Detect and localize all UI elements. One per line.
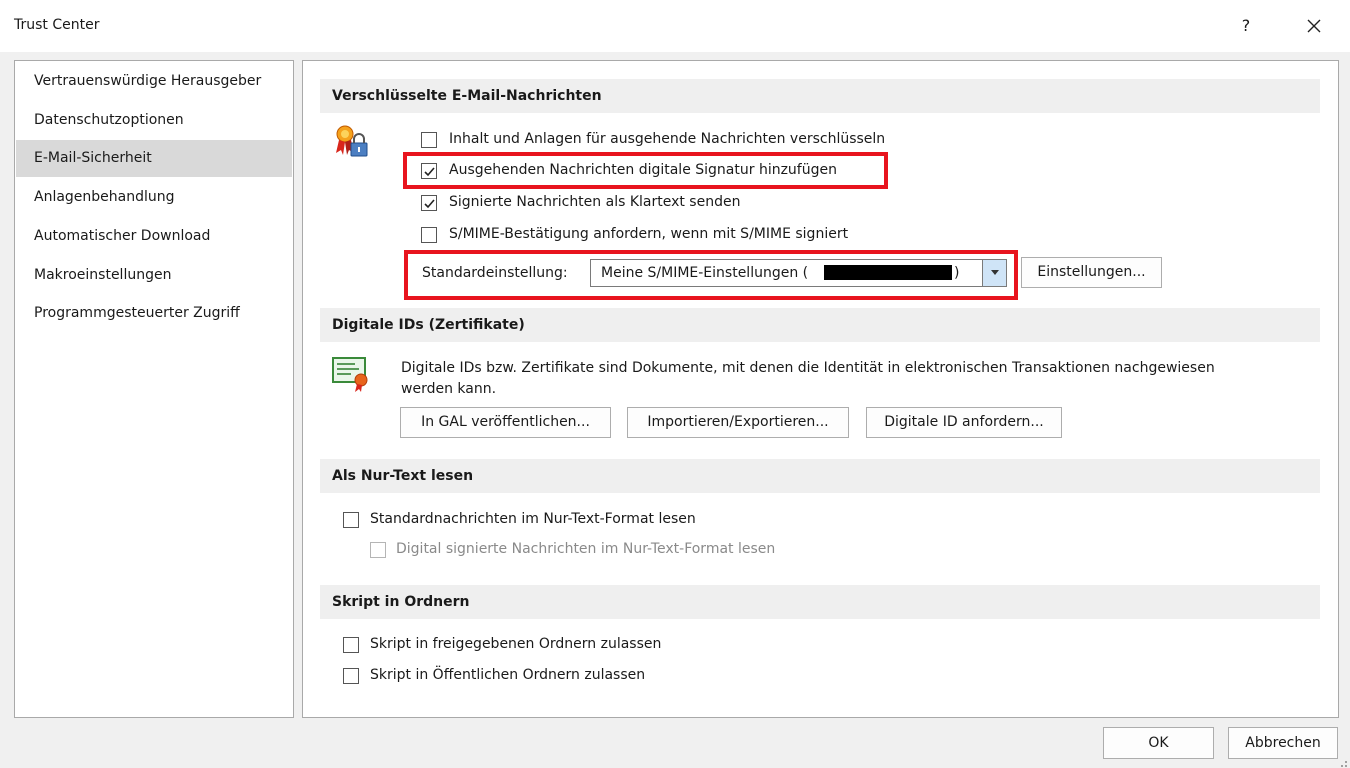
content-panel: Verschlüsselte E-Mail-Nachrichten Inhalt… xyxy=(302,60,1339,718)
default-setting-value-tail: ) xyxy=(954,265,960,281)
sidebar-item-trusted-publishers[interactable]: Vertrauenswürdige Herausgeber xyxy=(16,63,292,100)
add-signature-checkbox[interactable] xyxy=(421,163,437,179)
digital-ids-description-line1: Digitale IDs bzw. Zertifikate sind Dokum… xyxy=(401,360,1215,376)
checkmark-icon xyxy=(424,167,435,177)
cancel-button[interactable]: Abbrechen xyxy=(1228,727,1338,759)
script-shared-folders-checkbox[interactable] xyxy=(343,637,359,653)
sidebar-item-macro-settings[interactable]: Makroeinstellungen xyxy=(16,257,292,294)
sidebar-item-programmatic-access[interactable]: Programmgesteuerter Zugriff xyxy=(16,295,292,332)
plain-text-read-checkbox[interactable] xyxy=(343,512,359,528)
default-setting-dropdown[interactable]: Meine S/MIME-Einstellungen ( ) xyxy=(590,259,1007,287)
help-button[interactable]: ? xyxy=(1230,10,1262,42)
sidebar: Vertrauenswürdige Herausgeber Datenschut… xyxy=(14,60,294,718)
encrypt-content-checkbox[interactable] xyxy=(421,132,437,148)
default-setting-label: Standardeinstellung: xyxy=(422,265,568,281)
ok-button[interactable]: OK xyxy=(1103,727,1214,759)
smime-receipt-checkbox[interactable] xyxy=(421,227,437,243)
clear-text-signed-checkbox[interactable] xyxy=(421,195,437,211)
section-header-digital-ids: Digitale IDs (Zertifikate) xyxy=(320,308,1320,342)
section-header-encrypted-email: Verschlüsselte E-Mail-Nachrichten xyxy=(320,79,1320,113)
chevron-down-icon xyxy=(990,270,999,275)
signed-plain-text-label: Digital signierte Nachrichten im Nur-Tex… xyxy=(396,541,776,557)
script-shared-folders-label: Skript in freigegebenen Ordnern zulassen xyxy=(370,636,662,652)
script-public-folders-label: Skript in Öffentlichen Ordnern zulassen xyxy=(370,667,646,683)
request-digital-id-button[interactable]: Digitale ID anfordern... xyxy=(866,407,1062,438)
section-header-scripts: Skript in Ordnern xyxy=(320,585,1320,619)
certificate-lock-icon xyxy=(333,123,373,163)
script-public-folders-checkbox[interactable] xyxy=(343,668,359,684)
publish-gal-button[interactable]: In GAL veröffentlichen... xyxy=(400,407,611,438)
close-icon xyxy=(1307,19,1321,33)
encrypt-content-label: Inhalt und Anlagen für ausgehende Nachri… xyxy=(449,131,886,147)
plain-text-read-label: Standardnachrichten im Nur-Text-Format l… xyxy=(370,511,696,527)
sidebar-item-privacy-options[interactable]: Datenschutzoptionen xyxy=(16,102,292,139)
settings-button[interactable]: Einstellungen... xyxy=(1021,257,1162,288)
clear-text-signed-label: Signierte Nachrichten als Klartext sende… xyxy=(449,194,741,210)
digital-ids-description-line2: werden kann. xyxy=(401,381,497,397)
default-setting-value: Meine S/MIME-Einstellungen ( xyxy=(601,265,809,281)
window-title: Trust Center xyxy=(14,17,100,33)
close-button[interactable] xyxy=(1296,10,1332,42)
redacted-name xyxy=(824,265,952,280)
certificate-icon xyxy=(331,354,371,394)
import-export-button[interactable]: Importieren/Exportieren... xyxy=(627,407,849,438)
sidebar-item-email-security[interactable]: E-Mail-Sicherheit xyxy=(16,140,292,177)
smime-receipt-label: S/MIME-Bestätigung anfordern, wenn mit S… xyxy=(449,226,849,242)
resize-grip-icon[interactable] xyxy=(1338,756,1348,767)
section-header-plain-text: Als Nur-Text lesen xyxy=(320,459,1320,493)
checkmark-icon xyxy=(424,199,435,209)
sidebar-item-attachment-handling[interactable]: Anlagenbehandlung xyxy=(16,179,292,216)
signed-plain-text-checkbox[interactable] xyxy=(370,542,386,558)
title-bar xyxy=(0,0,1350,52)
sidebar-item-automatic-download[interactable]: Automatischer Download xyxy=(16,218,292,255)
dropdown-arrow[interactable] xyxy=(982,260,1006,286)
add-signature-label: Ausgehenden Nachrichten digitale Signatu… xyxy=(449,162,837,178)
